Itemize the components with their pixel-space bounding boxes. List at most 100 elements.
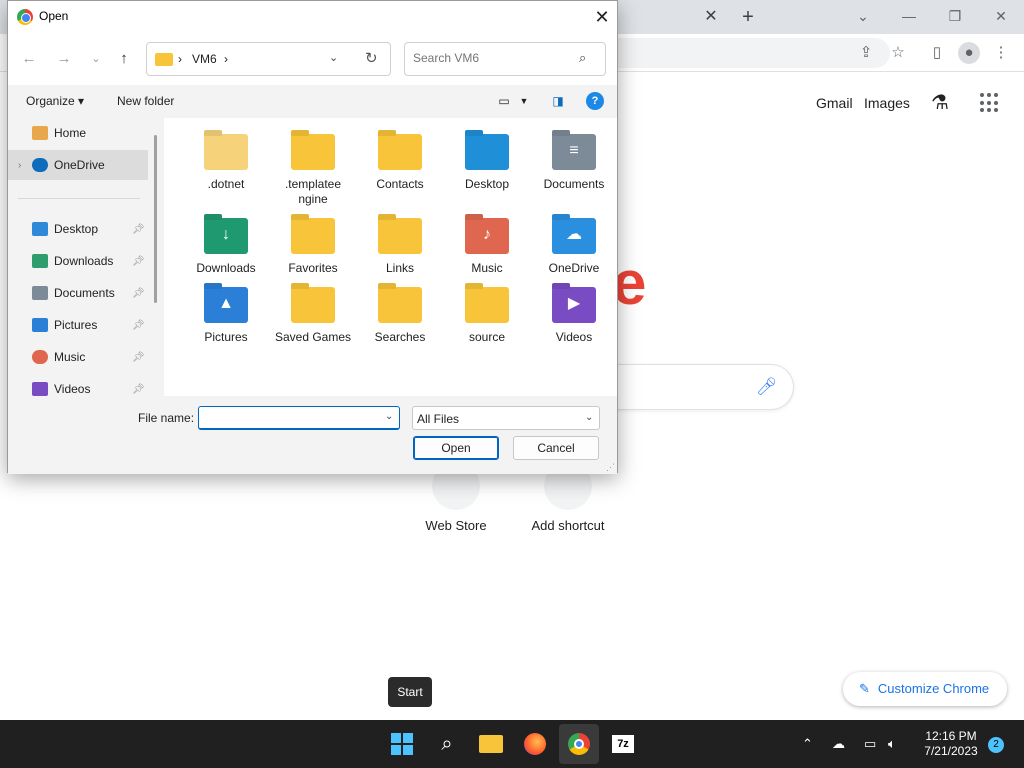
- cancel-button[interactable]: Cancel: [513, 436, 599, 460]
- document-icon: [32, 286, 48, 300]
- restore-icon[interactable]: ❐: [940, 5, 970, 27]
- chrome-taskbar-icon[interactable]: [559, 724, 599, 764]
- folder-label: .dotnet: [207, 177, 245, 191]
- sidebar-item-documents[interactable]: Documents 📌︎: [8, 278, 148, 308]
- volume-icon[interactable]: 🔈︎: [888, 720, 896, 768]
- profile-icon[interactable]: ●: [958, 42, 980, 64]
- sidebar-item-label: Home: [54, 126, 87, 140]
- share-icon[interactable]: ⇪: [855, 42, 877, 64]
- customize-chrome-button[interactable]: ✎ Customize Chrome: [843, 672, 1007, 706]
- sidebar-item-desktop[interactable]: Desktop 📌︎: [8, 214, 148, 244]
- folder-item-contacts[interactable]: Contacts: [358, 134, 442, 192]
- pin-icon[interactable]: 📌︎: [132, 320, 145, 331]
- tab-search-icon[interactable]: ⌄: [848, 5, 878, 27]
- folder-icon: [465, 287, 509, 323]
- forward-icon[interactable]: →: [53, 48, 75, 70]
- onedrive-tray-icon[interactable]: ☁: [832, 720, 845, 768]
- apps-grid-icon[interactable]: [980, 93, 1000, 113]
- sidebar-item-music[interactable]: Music 📌︎: [8, 342, 148, 372]
- shortcut-label: Web Store: [425, 518, 487, 533]
- chevron-down-icon[interactable]: ⌄: [385, 411, 393, 422]
- folder-icon: [378, 134, 422, 170]
- sidebar-item-home[interactable]: Home: [8, 118, 148, 148]
- voice-search-icon[interactable]: 🎤︎: [756, 377, 778, 397]
- documents-folder-icon: ≡: [552, 134, 596, 170]
- search-input[interactable]: [413, 51, 573, 65]
- start-button[interactable]: [382, 724, 422, 764]
- view-dropdown-icon[interactable]: ▼: [515, 92, 533, 110]
- folder-item-links[interactable]: Links: [358, 218, 442, 276]
- pin-icon[interactable]: 📌︎: [132, 288, 145, 299]
- tab-close-icon[interactable]: ✕: [700, 6, 722, 28]
- file-type-select[interactable]: All Files ⌄: [412, 406, 600, 430]
- tray-overflow-icon[interactable]: ⌃: [802, 720, 813, 768]
- 7zip-icon[interactable]: 7z: [603, 724, 643, 764]
- breadcrumb-separator[interactable]: ›: [224, 52, 228, 66]
- folder-item-documents[interactable]: ≡ Documents: [532, 134, 616, 192]
- folder-item-pictures[interactable]: ▲ Pictures: [184, 287, 268, 345]
- address-dropdown-icon[interactable]: ⌄: [329, 51, 338, 64]
- folder-item-saved-games[interactable]: Saved Games: [271, 287, 355, 345]
- pin-icon[interactable]: 📌︎: [132, 224, 145, 235]
- folder-item-dotnet[interactable]: .dotnet: [184, 134, 268, 192]
- pin-icon[interactable]: 📌︎: [132, 384, 145, 395]
- sidebar-item-label: Documents: [54, 286, 115, 300]
- labs-icon[interactable]: ⚗: [931, 90, 949, 115]
- search-taskbar-icon[interactable]: ⌕: [427, 724, 467, 764]
- folder-item-source[interactable]: source: [445, 287, 529, 345]
- up-icon[interactable]: ↑: [113, 48, 135, 70]
- folder-item-onedrive[interactable]: ☁ OneDrive: [532, 218, 616, 276]
- folder-item-favorites[interactable]: Favorites: [271, 218, 355, 276]
- folder-item-music[interactable]: ♪ Music: [445, 218, 529, 276]
- pin-icon[interactable]: 📌︎: [132, 256, 145, 267]
- folder-label: Links: [385, 261, 414, 275]
- address-bar[interactable]: › VM6 › ⌄ ↻: [146, 42, 391, 76]
- help-icon[interactable]: ?: [586, 92, 604, 110]
- folder-label: Favorites: [288, 261, 338, 275]
- refresh-icon[interactable]: ↻: [365, 49, 378, 67]
- sidebar-scrollbar[interactable]: [154, 135, 157, 303]
- new-folder-button[interactable]: New folder: [117, 94, 174, 108]
- new-tab-icon[interactable]: +: [736, 5, 760, 29]
- notification-badge[interactable]: 2: [988, 737, 1004, 753]
- folder-label: Saved Games: [274, 330, 352, 344]
- firefox-icon[interactable]: [515, 724, 555, 764]
- sidebar-item-label: Music: [54, 350, 86, 364]
- dialog-close-icon[interactable]: ✕: [591, 6, 613, 28]
- folder-label: Desktop: [464, 177, 510, 191]
- folder-item-downloads[interactable]: ↓ Downloads: [184, 218, 268, 276]
- images-link[interactable]: Images: [864, 95, 910, 111]
- clock[interactable]: 12:16 PM 7/21/2023: [912, 729, 990, 759]
- minimize-icon[interactable]: —: [894, 5, 924, 27]
- file-explorer-icon[interactable]: [471, 724, 511, 764]
- organize-button[interactable]: Organize ▾: [26, 94, 84, 108]
- view-options-icon[interactable]: ▭: [495, 92, 513, 110]
- recent-dropdown-icon[interactable]: ⌄: [85, 48, 107, 70]
- file-name-input[interactable]: [203, 411, 379, 425]
- search-field[interactable]: ⌕: [404, 42, 606, 76]
- pin-icon[interactable]: 📌︎: [132, 352, 145, 363]
- close-window-icon[interactable]: ✕: [986, 5, 1016, 27]
- dialog-title: Open: [39, 9, 69, 23]
- sidebar-item-videos[interactable]: Videos 📌︎: [8, 374, 148, 396]
- open-button[interactable]: Open: [413, 436, 499, 460]
- sidebar-item-downloads[interactable]: Downloads 📌︎: [8, 246, 148, 276]
- sidebar-item-onedrive[interactable]: › OneDrive: [8, 150, 148, 180]
- sidebar-item-pictures[interactable]: Pictures 📌︎: [8, 310, 148, 340]
- folder-item-templateengine[interactable]: .templatee ngine: [271, 134, 355, 207]
- network-icon[interactable]: ▭: [864, 720, 876, 768]
- folder-item-desktop[interactable]: Desktop: [445, 134, 529, 192]
- preview-pane-icon[interactable]: ◨: [549, 92, 567, 110]
- folder-item-searches[interactable]: Searches: [358, 287, 442, 345]
- gmail-link[interactable]: Gmail: [816, 95, 853, 111]
- side-panel-icon[interactable]: ▯: [926, 42, 948, 64]
- menu-icon[interactable]: ⋮: [990, 42, 1012, 64]
- bookmark-star-icon[interactable]: ☆: [887, 42, 909, 64]
- folder-item-videos[interactable]: ▶ Videos: [532, 287, 616, 345]
- file-name-combobox[interactable]: ⌄: [198, 406, 400, 430]
- sidebar-item-label: Downloads: [54, 254, 114, 268]
- resize-grip-icon[interactable]: ⋰: [606, 462, 615, 473]
- chevron-right-icon[interactable]: ›: [18, 160, 32, 171]
- back-icon[interactable]: ←: [18, 48, 40, 70]
- breadcrumb-vm6[interactable]: VM6: [192, 52, 217, 66]
